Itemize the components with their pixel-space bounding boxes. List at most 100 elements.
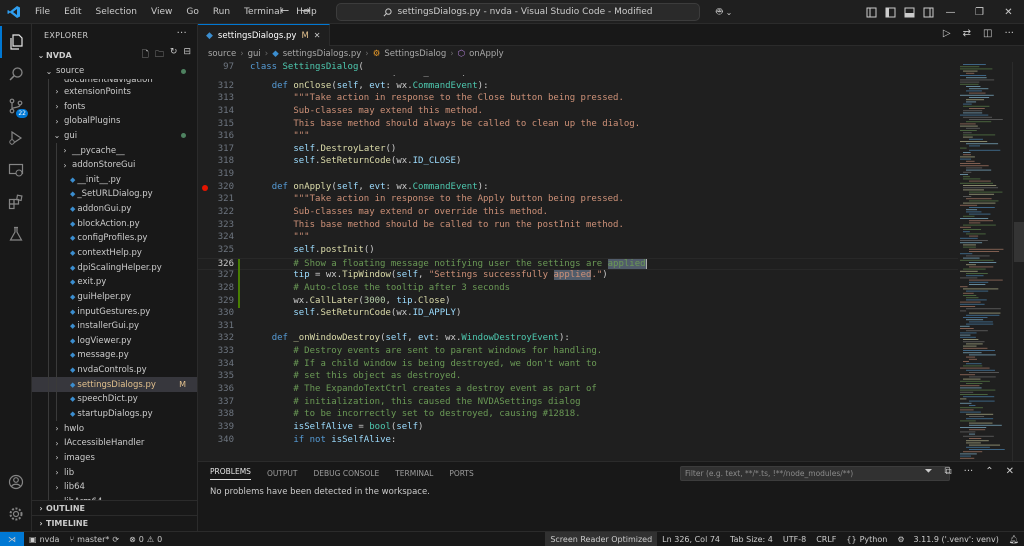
source-control-icon[interactable]: 22 — [0, 90, 32, 122]
remote-explorer-icon[interactable] — [0, 154, 32, 186]
code-line[interactable]: 329 wx.CallLater(3000, tip.Close) — [198, 295, 958, 309]
folder-item[interactable]: › __pycache__ — [32, 143, 197, 158]
close-panel-icon[interactable]: ✕ — [1006, 466, 1014, 477]
maximize-panel-icon[interactable]: ⌃ — [985, 466, 993, 477]
tab-problems[interactable]: PROBLEMS — [210, 467, 251, 480]
file-item[interactable]: ◆ inputGestures.py — [32, 304, 197, 319]
folder-item[interactable]: › images — [32, 450, 197, 466]
notifications-bell-icon[interactable]: 🔔︎ — [1004, 532, 1024, 546]
code-line[interactable]: 316 """ — [198, 131, 958, 144]
code-line[interactable]: 327 tip = wx.TipWindow(self, "Settings s… — [198, 270, 958, 283]
breadcrumb-class[interactable]: SettingsDialog — [384, 49, 446, 59]
screen-reader-mode[interactable]: Screen Reader Optimized — [545, 531, 658, 546]
forward-arrow-icon[interactable]: → — [301, 4, 310, 17]
file-item[interactable]: ◆ startupDialogs.py — [32, 406, 197, 422]
vertical-scrollbar[interactable] — [1012, 62, 1024, 461]
toggle-primary-sidebar-icon[interactable] — [885, 7, 896, 18]
code-line[interactable]: 331 — [198, 321, 958, 334]
folder-item[interactable]: › addonStoreGui — [32, 157, 197, 173]
workspace-header[interactable]: ⌄ NVDA 🗋︎ 🗀︎ ↻ ⊟ — [32, 46, 197, 64]
outline-section[interactable]: › OUTLINE — [32, 500, 197, 515]
folder-item[interactable]: › hwIo — [32, 421, 197, 437]
code-line[interactable]: 320 def onApply(self, evt: wx.CommandEve… — [198, 182, 958, 195]
code-line[interactable]: 325 self.postInit() — [198, 245, 958, 258]
more-actions-icon[interactable]: ··· — [177, 28, 187, 39]
testing-icon[interactable] — [0, 218, 32, 250]
code-view[interactable]: 97class SettingsDialog(311 self.SetRetur… — [198, 62, 958, 461]
code-line[interactable]: 318 self.SetReturnCode(wx.ID_CLOSE) — [198, 156, 958, 169]
code-line[interactable]: 333 # Destroy events are sent to parent … — [198, 346, 958, 359]
menu-edit[interactable]: Edit — [57, 7, 88, 17]
file-item[interactable]: ◆ configProfiles.py — [32, 231, 197, 246]
tab-terminal[interactable]: TERMINAL — [395, 469, 433, 478]
breadcrumb-gui[interactable]: gui — [248, 49, 261, 59]
file-item[interactable]: ◆ __init__.py — [32, 172, 197, 188]
new-file-icon[interactable]: 🗋︎ — [142, 47, 149, 63]
folder-item[interactable]: ⌄ gui — [32, 128, 197, 144]
code-line[interactable]: 322 Sub-classes may extend or override t… — [198, 207, 958, 220]
file-item[interactable]: ◆ contextHelp.py — [32, 245, 197, 261]
breadcrumb-file[interactable]: settingsDialogs.py — [283, 49, 362, 59]
tab-ports[interactable]: PORTS — [449, 469, 473, 478]
encoding[interactable]: UTF-8 — [778, 532, 811, 546]
explorer-icon[interactable] — [0, 26, 32, 58]
copilot-icon[interactable]: 🤖︎ — [716, 5, 723, 20]
minimap[interactable] — [958, 62, 1010, 461]
run-python-icon[interactable]: ▷ — [943, 28, 951, 39]
file-item[interactable]: ◆ logViewer.py — [32, 333, 197, 349]
file-item[interactable]: ◆ nvdaControls.py — [32, 362, 197, 378]
cursor-position[interactable]: Ln 326, Col 74 — [657, 532, 725, 546]
code-line[interactable]: 336 # The ExpandoTextCtrl creates a dest… — [198, 384, 958, 397]
sync-icon[interactable]: ⟳ — [112, 535, 119, 544]
menu-view[interactable]: View — [144, 7, 179, 17]
folder-item[interactable]: › globalPlugins — [32, 113, 197, 129]
code-line[interactable]: 340 if not isSelfAlive: — [198, 435, 958, 448]
toggle-secondary-sidebar-icon[interactable] — [923, 7, 934, 18]
back-arrow-icon[interactable]: ← — [280, 4, 289, 17]
file-item[interactable]: ◆ message.py — [32, 348, 197, 363]
file-item[interactable]: ◆ exit.py — [32, 274, 197, 290]
code-line[interactable]: 338 # to be incorrectly set to destroyed… — [198, 409, 958, 422]
status-folder[interactable]: ▣ nvda — [24, 532, 64, 546]
code-line[interactable]: 339 isSelfAlive = bool(self) — [198, 422, 958, 435]
folder-item[interactable]: › IAccessibleHandler — [32, 436, 197, 451]
collapse-all-icon[interactable]: ⊟ — [183, 47, 191, 63]
file-item[interactable]: ◆ guiHelper.py — [32, 289, 197, 305]
close-tab-icon[interactable]: ✕ — [314, 31, 321, 40]
code-line[interactable]: 324 """ — [198, 232, 958, 245]
extensions-icon[interactable] — [0, 186, 32, 218]
code-line[interactable]: 330 self.SetReturnCode(wx.ID_APPLY) — [198, 308, 958, 321]
collapse-icon[interactable]: ⧉ — [945, 466, 952, 477]
python-interpreter[interactable]: ⚙ 3.11.9 ('.venv': venv) — [892, 532, 1004, 546]
status-branch[interactable]: ⑂ master* ⟳ — [64, 532, 124, 546]
copilot-chevron-icon[interactable]: ⌄ — [726, 8, 733, 17]
tab-output[interactable]: OUTPUT — [267, 469, 298, 478]
open-changes-icon[interactable]: ⇄ — [963, 28, 971, 39]
manage-gear-icon[interactable] — [0, 498, 32, 530]
file-item[interactable]: ◆ speechDict.py — [32, 392, 197, 407]
editor-more-icon[interactable]: ··· — [1004, 28, 1014, 39]
code-line[interactable]: 312 def onClose(self, evt: wx.CommandEve… — [198, 81, 958, 94]
problems-filter-input[interactable]: Filter (e.g. text, **/*.ts, !**/node_mod… — [680, 466, 950, 481]
breadcrumb-method[interactable]: onApply — [469, 49, 504, 59]
remote-indicator-icon[interactable]: ⋊ — [0, 531, 24, 546]
code-line[interactable]: 334 # If a child window is being destroy… — [198, 359, 958, 372]
breadcrumb-source[interactable]: source — [208, 49, 236, 59]
file-item[interactable]: ◆ _SetURLDialog.py — [32, 187, 197, 202]
tab-size[interactable]: Tab Size: 4 — [725, 532, 778, 546]
command-center[interactable]: settingsDialogs.py - nvda - Visual Studi… — [336, 3, 700, 21]
tab-settings-dialogs[interactable]: ◆ settingsDialogs.py M ✕ — [198, 24, 330, 46]
close-window-button[interactable]: ✕ — [994, 0, 1023, 24]
timeline-section[interactable]: › TIMELINE — [32, 515, 197, 530]
folder-item[interactable]: › lib64 — [32, 479, 197, 495]
new-folder-icon[interactable]: 🗀︎ — [155, 47, 164, 63]
code-line[interactable]: 323 This base method should be called to… — [198, 220, 958, 233]
scrollbar-thumb[interactable] — [1014, 222, 1024, 262]
filter-icon[interactable]: ⏷ — [925, 466, 933, 477]
code-line[interactable]: 315 This base method should always be ca… — [198, 119, 958, 132]
toggle-panel-icon[interactable] — [904, 7, 915, 18]
restore-button[interactable]: ❐ — [965, 0, 994, 24]
status-problems[interactable]: ⊗ 0 ⚠ 0 — [124, 532, 167, 546]
file-item[interactable]: ◆ addonGui.py — [32, 201, 197, 217]
code-line[interactable]: 321 """Take action in response to the Ap… — [198, 194, 958, 207]
